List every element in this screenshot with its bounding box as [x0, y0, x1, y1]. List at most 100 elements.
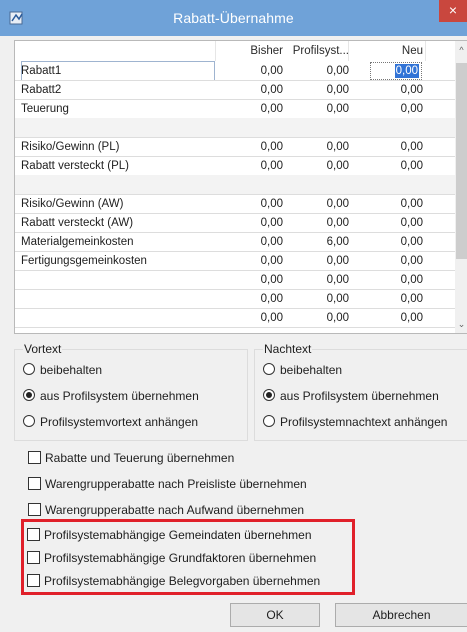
discount-grid[interactable]: Bisher Profilsyst... Neu Rabatt1 0,00 0,00… — [14, 40, 467, 334]
table-cell[interactable]: 0,00 — [351, 270, 423, 290]
table-cell[interactable]: 0,00 — [285, 99, 349, 119]
table-cell[interactable]: Rabatt2 — [21, 80, 215, 100]
table-cell[interactable] — [21, 308, 215, 328]
checkbox-icon[interactable] — [28, 477, 41, 490]
table-cell[interactable]: 0,00 — [285, 194, 349, 214]
table-cell[interactable]: 0,00 — [221, 137, 283, 157]
table-cell[interactable] — [221, 118, 283, 138]
table-cell[interactable]: Risiko/Gewinn (AW) — [21, 194, 215, 214]
vortext-title: Vortext — [23, 342, 63, 356]
table-cell[interactable]: 0,00 — [351, 156, 423, 176]
nachtext-group: Nachtext beibehalten aus Profilsystem üb… — [254, 342, 467, 441]
table-cell[interactable] — [21, 289, 215, 309]
table-row[interactable]: 0,00 0,00 0,00 — [15, 289, 455, 309]
table-cell[interactable]: 0,00 — [351, 99, 423, 119]
table-row[interactable]: Risiko/Gewinn (PL) 0,00 0,00 0,00 — [15, 137, 455, 157]
table-cell[interactable]: 0,00 — [221, 213, 283, 233]
table-cell[interactable] — [351, 118, 423, 138]
table-cell[interactable]: Materialgemeinkosten — [21, 232, 215, 252]
table-cell[interactable]: 0,00 — [221, 251, 283, 271]
title-bar: Rabatt-Übernahme × — [0, 0, 467, 36]
table-cell[interactable]: 0,00 — [285, 80, 349, 100]
table-cell[interactable]: 0,00 — [221, 308, 283, 328]
table-cell[interactable]: 0,00 — [351, 213, 423, 233]
table-cell[interactable]: 0,00 — [221, 270, 283, 290]
column-header-label[interactable] — [21, 41, 215, 61]
table-cell[interactable]: 0,00 — [221, 156, 283, 176]
table-cell[interactable]: 0,00 — [221, 194, 283, 214]
table-row[interactable]: Rabatt versteckt (AW) 0,00 0,00 0,00 — [15, 213, 455, 233]
table-row[interactable]: 0,00 0,00 0,00 — [15, 308, 455, 328]
grid-header: Bisher Profilsyst... Neu — [15, 41, 455, 61]
table-cell[interactable]: 0,00 — [351, 194, 423, 214]
window-title: Rabatt-Übernahme — [173, 10, 294, 26]
table-cell[interactable] — [285, 118, 349, 138]
table-cell[interactable] — [285, 175, 349, 195]
table-cell[interactable]: 0,00 — [285, 270, 349, 290]
table-cell[interactable]: 0,00 — [221, 99, 283, 119]
ok-button[interactable]: OK — [230, 603, 320, 627]
grid-spacer-row[interactable] — [15, 175, 455, 195]
table-cell[interactable]: 0,00 — [351, 251, 423, 271]
neu-edit-field[interactable]: 0,00 — [370, 62, 422, 80]
table-cell[interactable] — [221, 175, 283, 195]
radio-selected-icon[interactable] — [263, 389, 275, 401]
cancel-button[interactable]: Abbrechen — [335, 603, 467, 627]
table-cell[interactable]: 0,00 — [221, 61, 283, 81]
table-cell[interactable]: 0,00 — [285, 156, 349, 176]
close-button[interactable]: × — [439, 0, 467, 22]
table-row[interactable]: Materialgemeinkosten 0,00 6,00 0,00 — [15, 232, 455, 252]
table-cell[interactable]: Fertigungsgemeinkosten — [21, 251, 215, 271]
table-cell[interactable]: 6,00 — [285, 232, 349, 252]
table-cell[interactable]: 0,00 — [285, 308, 349, 328]
table-cell[interactable]: Rabatt1 — [21, 61, 215, 81]
table-cell[interactable]: 0,00 — [221, 80, 283, 100]
scroll-thumb[interactable] — [456, 63, 467, 259]
table-cell[interactable]: Teuerung — [21, 99, 215, 119]
checkbox-icon[interactable] — [28, 451, 41, 464]
table-cell[interactable]: Rabatt versteckt (AW) — [21, 213, 215, 233]
table-cell[interactable]: 0,00 — [221, 232, 283, 252]
table-row[interactable]: 0,00 0,00 0,00 — [15, 270, 455, 290]
selected-value[interactable]: 0,00 — [394, 64, 419, 78]
radio-icon[interactable] — [263, 363, 275, 375]
vortext-group: Vortext beibehalten aus Profilsystem übe… — [14, 342, 248, 441]
table-row[interactable]: Teuerung 0,00 0,00 0,00 — [15, 99, 455, 119]
table-cell[interactable]: 0,00 — [351, 80, 423, 100]
table-cell[interactable]: 0,00 — [285, 251, 349, 271]
table-cell[interactable]: 0,00 — [351, 232, 423, 252]
table-cell[interactable] — [21, 118, 215, 138]
table-row[interactable]: Risiko/Gewinn (AW) 0,00 0,00 0,00 — [15, 194, 455, 214]
table-cell[interactable] — [351, 175, 423, 195]
table-cell[interactable]: 0,00 — [351, 289, 423, 309]
radio-selected-icon[interactable] — [23, 389, 35, 401]
table-cell[interactable]: Risiko/Gewinn (PL) — [21, 137, 215, 157]
grid-spacer-row[interactable] — [15, 118, 455, 138]
radio-icon[interactable] — [23, 415, 35, 427]
column-header-profilsystem[interactable]: Profilsyst... — [285, 41, 349, 61]
table-cell[interactable]: 0,00 — [285, 61, 349, 81]
table-row[interactable]: Rabatt10,000,000,000,00 — [15, 61, 455, 81]
table-cell[interactable]: 0,00 — [221, 289, 283, 309]
table-cell[interactable]: 0,00 — [351, 137, 423, 157]
table-row[interactable]: Fertigungsgemeinkosten 0,00 0,00 0,00 — [15, 251, 455, 271]
table-row[interactable]: Rabatt2 0,00 0,00 0,00 — [15, 80, 455, 100]
column-header-neu[interactable]: Neu — [351, 41, 423, 61]
column-header-bisher[interactable]: Bisher — [221, 41, 283, 61]
table-cell[interactable]: 0,00 — [285, 213, 349, 233]
table-cell[interactable]: Rabatt versteckt (PL) — [21, 156, 215, 176]
table-cell[interactable] — [21, 175, 215, 195]
nachtext-title: Nachtext — [263, 342, 313, 356]
radio-icon[interactable] — [263, 415, 275, 427]
checkbox-icon[interactable] — [28, 503, 41, 516]
scroll-down-icon[interactable]: ⌄ — [455, 317, 467, 331]
table-cell[interactable]: 0,00 — [285, 289, 349, 309]
table-cell[interactable] — [21, 270, 215, 290]
table-row[interactable]: Rabatt versteckt (PL) 0,00 0,00 0,00 — [15, 156, 455, 176]
table-cell[interactable]: 0,00 — [285, 137, 349, 157]
radio-icon[interactable] — [23, 363, 35, 375]
table-cell[interactable]: 0,00 — [351, 308, 423, 328]
highlight-box — [21, 519, 355, 595]
grid-scrollbar[interactable]: ^ ⌄ — [455, 41, 467, 333]
scroll-up-icon[interactable]: ^ — [455, 43, 467, 57]
